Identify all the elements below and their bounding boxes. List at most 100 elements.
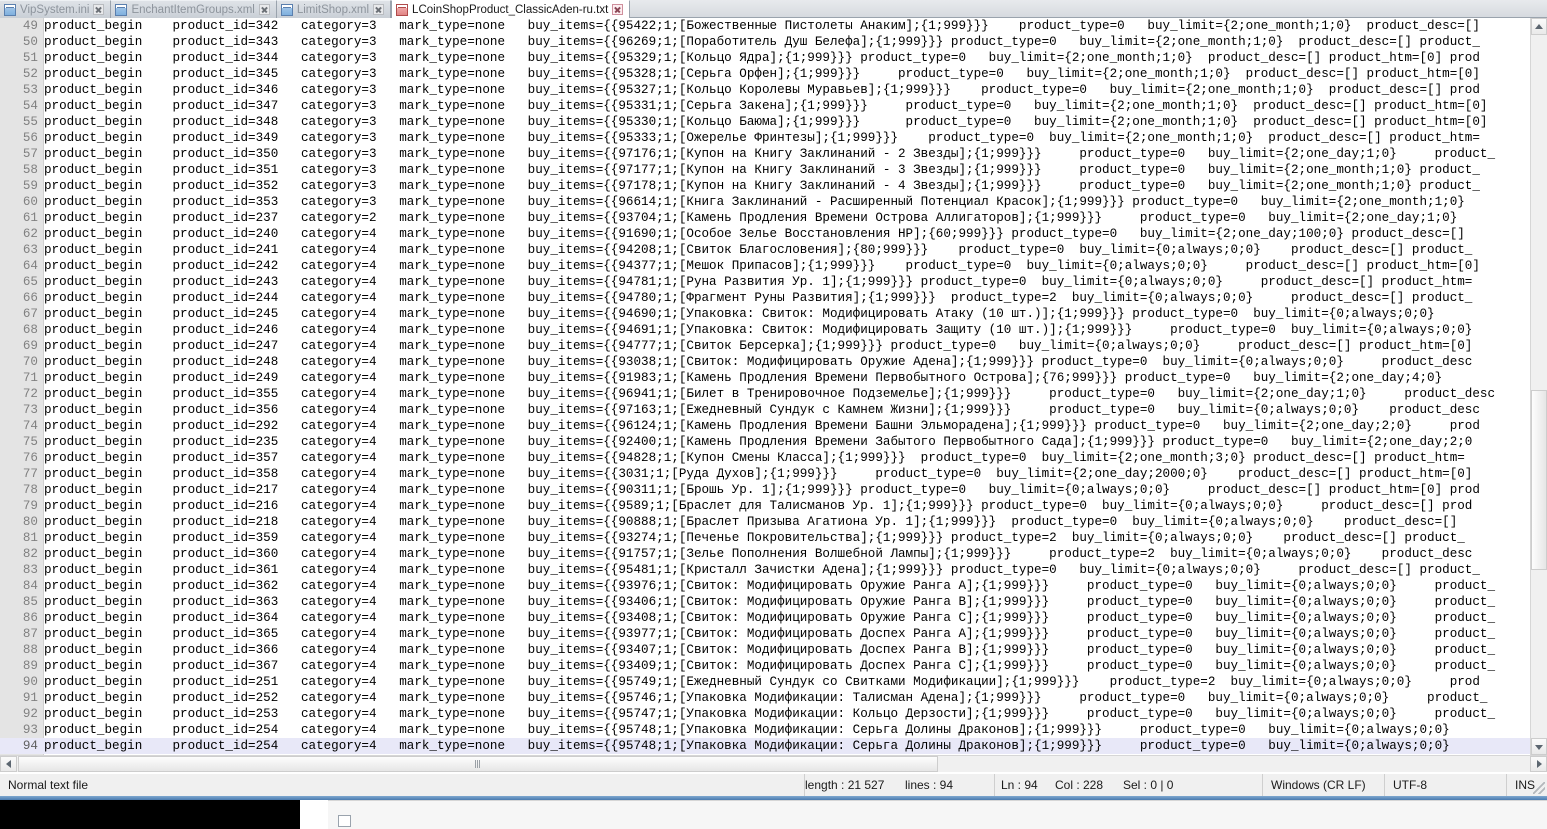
code-line[interactable]: 69 product_begin product_id=247 category=…	[0, 338, 1547, 354]
code-line[interactable]: 85 product_begin product_id=363 category=…	[0, 594, 1547, 610]
scroll-down-button[interactable]	[1531, 738, 1547, 755]
code-line-text: product_begin product_id=242 category=4 …	[44, 259, 1480, 273]
status-eol-format[interactable]: Windows (CR LF)	[1263, 773, 1385, 797]
code-line[interactable]: 50 product_begin product_id=343 category=…	[0, 34, 1547, 50]
tab-enchantitemgroups-xml[interactable]: EnchantItemGroups.xml	[111, 0, 277, 18]
scroll-left-button[interactable]	[0, 756, 17, 772]
horizontal-scroll-thumb[interactable]	[18, 756, 938, 772]
status-column-number: Col : 228	[1055, 777, 1104, 792]
close-icon[interactable]	[373, 4, 385, 15]
code-line[interactable]: 93 product_begin product_id=254 category=…	[0, 722, 1547, 738]
line-number: 76	[22, 451, 38, 465]
code-line[interactable]: 51 product_begin product_id=344 category=…	[0, 50, 1547, 66]
line-number: 60	[22, 195, 38, 209]
code-line-text: product_begin product_id=235 category=4 …	[44, 435, 1473, 449]
line-number: 62	[22, 227, 38, 241]
code-line-text: product_begin product_id=355 category=4 …	[44, 387, 1496, 401]
code-line-text: product_begin product_id=345 category=3 …	[44, 67, 1480, 81]
code-line[interactable]: 82 product_begin product_id=360 category=…	[0, 546, 1547, 562]
horizontal-scrollbar[interactable]	[0, 755, 1547, 772]
line-number: 66	[22, 291, 38, 305]
code-line[interactable]: 71 product_begin product_id=249 category=…	[0, 370, 1547, 386]
code-line[interactable]: 66 product_begin product_id=244 category=…	[0, 290, 1547, 306]
code-line[interactable]: 49 product_begin product_id=342 category=…	[0, 18, 1547, 34]
code-line[interactable]: 70 product_begin product_id=248 category=…	[0, 354, 1547, 370]
code-line[interactable]: 61 product_begin product_id=237 category=…	[0, 210, 1547, 226]
scroll-right-button[interactable]	[1530, 756, 1547, 772]
code-line-text: product_begin product_id=346 category=3 …	[44, 83, 1480, 97]
code-line[interactable]: 54 product_begin product_id=347 category=…	[0, 98, 1547, 114]
code-line[interactable]: 90 product_begin product_id=251 category=…	[0, 674, 1547, 690]
code-line[interactable]: 53 product_begin product_id=346 category=…	[0, 82, 1547, 98]
line-number: 77	[22, 467, 38, 481]
code-line[interactable]: 79 product_begin product_id=216 category=…	[0, 498, 1547, 514]
code-line[interactable]: 74 product_begin product_id=292 category=…	[0, 418, 1547, 434]
code-line[interactable]: 64 product_begin product_id=242 category=…	[0, 258, 1547, 274]
line-number: 63	[22, 243, 38, 257]
code-line[interactable]: 80 product_begin product_id=218 category=…	[0, 514, 1547, 530]
code-line[interactable]: 67 product_begin product_id=245 category=…	[0, 306, 1547, 322]
code-line[interactable]: 60 product_begin product_id=353 category=…	[0, 194, 1547, 210]
code-line[interactable]: 58 product_begin product_id=351 category=…	[0, 162, 1547, 178]
code-line[interactable]: 91 product_begin product_id=252 category=…	[0, 690, 1547, 706]
tab-bar: VipSystem.ini EnchantItemGroups.xml Limi…	[0, 0, 1547, 18]
code-line-text: product_begin product_id=241 category=4 …	[44, 243, 1473, 257]
code-line-text: product_begin product_id=352 category=3 …	[44, 179, 1480, 193]
vertical-scrollbar[interactable]	[1530, 18, 1547, 755]
close-icon[interactable]	[258, 4, 270, 15]
code-line[interactable]: 75 product_begin product_id=235 category=…	[0, 434, 1547, 450]
grip-icon	[475, 760, 481, 768]
tab-label: LimitShop.xml	[296, 3, 370, 16]
document-icon	[338, 815, 351, 827]
tab-lcoinshopproduct-classicaden-ru-txt[interactable]: LCoinShopProduct_ClassicAden-ru.txt	[391, 0, 631, 18]
code-line[interactable]: 87 product_begin product_id=365 category=…	[0, 626, 1547, 642]
code-area[interactable]: 49 product_begin product_id=342 category=…	[0, 18, 1547, 755]
line-number: 49	[22, 19, 38, 33]
tab-vipsystem-ini[interactable]: VipSystem.ini	[0, 0, 112, 18]
code-line[interactable]: 83 product_begin product_id=361 category=…	[0, 562, 1547, 578]
code-line[interactable]: 55 product_begin product_id=348 category=…	[0, 114, 1547, 130]
code-line[interactable]: 81 product_begin product_id=359 category=…	[0, 530, 1547, 546]
status-line-number: Ln : 94	[1001, 777, 1038, 792]
code-line[interactable]: 57 product_begin product_id=350 category=…	[0, 146, 1547, 162]
line-number: 78	[22, 483, 38, 497]
code-line[interactable]: 89 product_begin product_id=367 category=…	[0, 658, 1547, 674]
code-line-text: product_begin product_id=248 category=4 …	[44, 355, 1473, 369]
code-line-text: product_begin product_id=367 category=4 …	[44, 659, 1496, 673]
line-number: 83	[22, 563, 38, 577]
code-line[interactable]: 59 product_begin product_id=352 category=…	[0, 178, 1547, 194]
code-line[interactable]: 68 product_begin product_id=246 category=…	[0, 322, 1547, 338]
line-number: 58	[22, 163, 38, 177]
document-icon	[4, 3, 16, 16]
code-line[interactable]: 77 product_begin product_id=358 category=…	[0, 466, 1547, 482]
code-line[interactable]: 78 product_begin product_id=217 category=…	[0, 482, 1547, 498]
code-line[interactable]: 63 product_begin product_id=241 category=…	[0, 242, 1547, 258]
close-icon[interactable]	[612, 4, 624, 15]
code-line[interactable]: 56 product_begin product_id=349 category=…	[0, 130, 1547, 146]
status-file-type: Normal text file	[0, 773, 805, 797]
status-encoding[interactable]: UTF-8	[1385, 773, 1507, 797]
code-line[interactable]: 86 product_begin product_id=364 category=…	[0, 610, 1547, 626]
code-line[interactable]: 62 product_begin product_id=240 category=…	[0, 226, 1547, 242]
code-line[interactable]: 73 product_begin product_id=356 category=…	[0, 402, 1547, 418]
scroll-up-button[interactable]	[1531, 18, 1547, 35]
code-line[interactable]: 92 product_begin product_id=253 category=…	[0, 706, 1547, 722]
code-line-text: product_begin product_id=249 category=4 …	[44, 371, 1443, 385]
code-line[interactable]: 94 product_begin product_id=254 category=…	[0, 738, 1547, 754]
code-line-text: product_begin product_id=344 category=3 …	[44, 51, 1480, 65]
resize-grip-icon[interactable]	[1533, 782, 1545, 794]
code-line[interactable]: 65 product_begin product_id=243 category=…	[0, 274, 1547, 290]
tab-limitshop-xml[interactable]: LimitShop.xml	[276, 0, 392, 18]
code-line[interactable]: 52 product_begin product_id=345 category=…	[0, 66, 1547, 82]
code-line[interactable]: 84 product_begin product_id=362 category=…	[0, 578, 1547, 594]
code-line[interactable]: 72 product_begin product_id=355 category=…	[0, 386, 1547, 402]
background-black-panel	[0, 800, 300, 829]
code-line[interactable]: 88 product_begin product_id=366 category=…	[0, 642, 1547, 658]
close-icon[interactable]	[93, 4, 105, 15]
code-line[interactable]: 76 product_begin product_id=357 category=…	[0, 450, 1547, 466]
text-editor-pane[interactable]: 49 product_begin product_id=342 category=…	[0, 18, 1547, 755]
code-line-text: product_begin product_id=292 category=4 …	[44, 419, 1480, 433]
code-line-text: product_begin product_id=247 category=4 …	[44, 339, 1473, 353]
vertical-scroll-thumb[interactable]	[1531, 390, 1547, 570]
code-line-text: product_begin product_id=348 category=3 …	[44, 115, 1488, 129]
